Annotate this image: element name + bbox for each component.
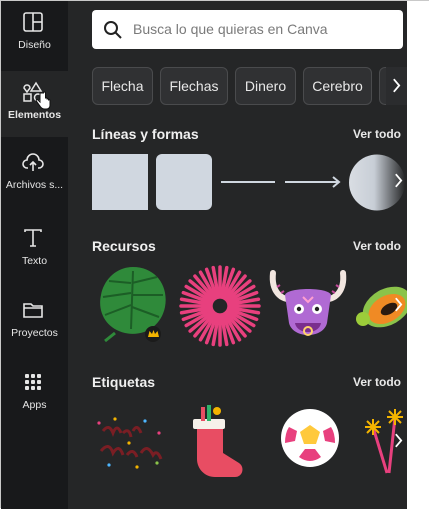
chips-next-button[interactable]	[386, 67, 407, 105]
rail-item-label: Apps	[22, 399, 47, 411]
rail-item-label: Archivos s...	[5, 179, 64, 191]
soccer-ball-sticker[interactable]	[277, 407, 343, 469]
rail-item-label: Diseño	[18, 39, 51, 51]
starburst-graphic[interactable]	[179, 265, 261, 347]
rail-item-projects[interactable]: Proyectos	[1, 289, 68, 355]
happy-new-year-sticker[interactable]	[93, 411, 167, 473]
rail-item-label: Elementos	[7, 109, 62, 121]
upload-cloud-icon	[22, 153, 44, 171]
search-box[interactable]: Busca lo que quieras en Canva	[92, 10, 403, 49]
square-shape[interactable]	[92, 154, 148, 210]
section-title-resources: Recursos	[92, 238, 156, 254]
section-title-lines: Líneas y formas	[92, 126, 199, 142]
chip-cerebro[interactable]: Cerebro	[303, 67, 372, 105]
section-title-stickers: Etiquetas	[92, 374, 156, 390]
hand-cursor-icon	[35, 91, 51, 110]
rail-item-label: Proyectos	[11, 327, 58, 339]
app-frame: Diseño Elementos Archivos s... Texto Pro…	[0, 0, 429, 509]
rail-item-uploads[interactable]: Archivos s...	[1, 141, 68, 207]
chip-flecha[interactable]: Flecha	[92, 67, 153, 105]
christmas-stocking-sticker[interactable]	[187, 405, 255, 481]
see-all-lines-link[interactable]: Ver todo	[353, 127, 401, 141]
line-shape[interactable]	[220, 172, 276, 192]
monstera-leaf-graphic[interactable]	[95, 263, 171, 343]
folder-icon	[23, 303, 43, 318]
canvas-edge	[407, 1, 429, 509]
search-input[interactable]: Busca lo que quieras en Canva	[133, 21, 328, 37]
search-icon	[104, 21, 122, 39]
stickers-next-button[interactable]	[390, 422, 407, 462]
chevron-right-icon	[395, 297, 403, 312]
see-all-stickers-link[interactable]: Ver todo	[353, 375, 401, 389]
side-rail: Diseño Elementos Archivos s... Texto Pro…	[1, 1, 68, 509]
rail-item-apps[interactable]: Apps	[1, 361, 68, 427]
rounded-square-shape[interactable]	[156, 154, 212, 210]
layout-icon	[23, 12, 43, 32]
rail-item-text[interactable]: Texto	[1, 217, 68, 283]
resources-next-button[interactable]	[390, 286, 407, 326]
see-all-resources-link[interactable]: Ver todo	[353, 239, 401, 253]
rail-item-elements[interactable]: Elementos	[1, 71, 68, 137]
rail-item-design[interactable]: Diseño	[1, 1, 68, 67]
bull-head-graphic[interactable]	[267, 269, 349, 347]
lines-next-button[interactable]	[390, 162, 407, 202]
chip-dinero[interactable]: Dinero	[235, 67, 296, 105]
chevron-right-icon	[395, 433, 403, 448]
chevron-right-icon	[395, 173, 403, 188]
chip-flechas[interactable]: Flechas	[160, 67, 228, 105]
text-icon	[24, 229, 42, 247]
chevron-right-icon	[393, 78, 401, 93]
arrow-line-shape[interactable]	[284, 172, 342, 192]
apps-grid-icon	[25, 374, 41, 390]
rail-item-label: Texto	[21, 255, 48, 267]
